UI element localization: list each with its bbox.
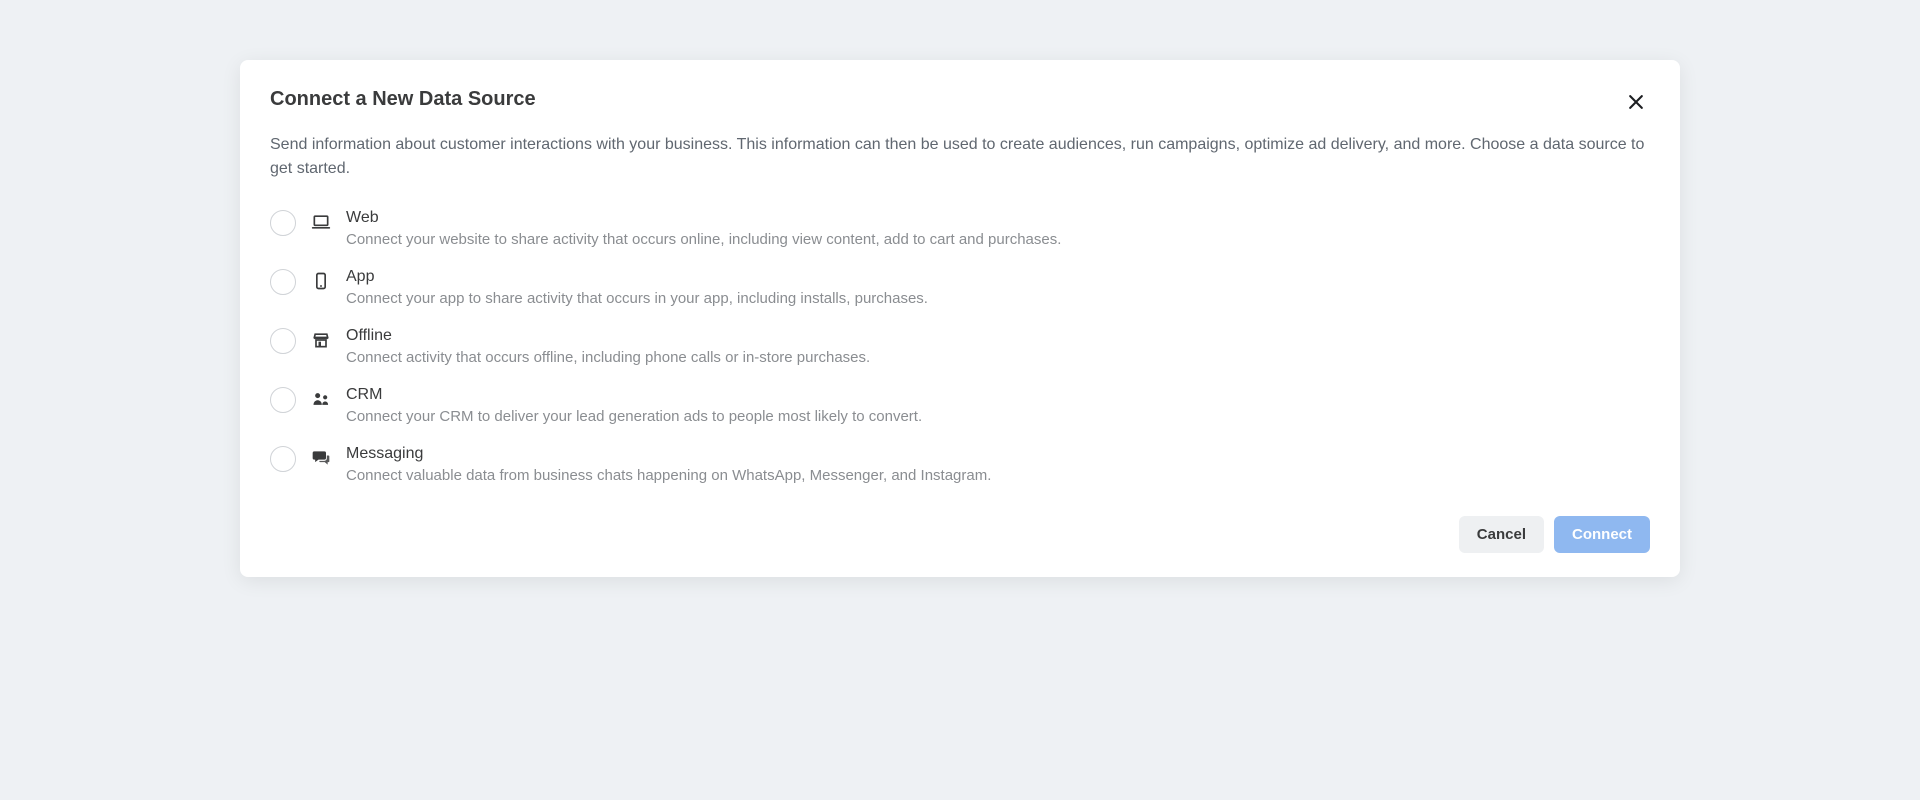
cancel-button[interactable]: Cancel	[1459, 516, 1544, 553]
radio-offline[interactable]	[270, 328, 296, 354]
option-crm-desc: Connect your CRM to deliver your lead ge…	[346, 406, 1650, 427]
modal-header: Connect a New Data Source	[270, 88, 1650, 119]
radio-crm[interactable]	[270, 387, 296, 413]
laptop-icon	[310, 211, 332, 233]
option-messaging-text: Messaging Connect valuable data from bus…	[346, 445, 1650, 486]
option-app-text: App Connect your app to share activity t…	[346, 268, 1650, 309]
option-crm-title: CRM	[346, 386, 1650, 404]
option-offline-title: Offline	[346, 327, 1650, 345]
option-app-desc: Connect your app to share activity that …	[346, 288, 1650, 309]
option-web-title: Web	[346, 209, 1650, 227]
modal-title: Connect a New Data Source	[270, 88, 536, 111]
option-crm[interactable]: CRM Connect your CRM to deliver your lea…	[270, 386, 1650, 427]
option-messaging-title: Messaging	[346, 445, 1650, 463]
modal-footer: Cancel Connect	[270, 516, 1650, 553]
store-icon	[310, 329, 332, 351]
option-messaging-desc: Connect valuable data from business chat…	[346, 465, 1650, 486]
connect-button[interactable]: Connect	[1554, 516, 1650, 553]
option-crm-text: CRM Connect your CRM to deliver your lea…	[346, 386, 1650, 427]
radio-messaging[interactable]	[270, 446, 296, 472]
option-offline-desc: Connect activity that occurs offline, in…	[346, 347, 1650, 368]
data-source-options: Web Connect your website to share activi…	[270, 209, 1650, 486]
option-offline-text: Offline Connect activity that occurs off…	[346, 327, 1650, 368]
option-offline[interactable]: Offline Connect activity that occurs off…	[270, 327, 1650, 368]
chat-icon	[310, 447, 332, 469]
radio-web[interactable]	[270, 210, 296, 236]
radio-app[interactable]	[270, 269, 296, 295]
people-icon	[310, 388, 332, 410]
phone-icon	[310, 270, 332, 292]
option-web[interactable]: Web Connect your website to share activi…	[270, 209, 1650, 250]
option-app-title: App	[346, 268, 1650, 286]
option-web-desc: Connect your website to share activity t…	[346, 229, 1650, 250]
connect-data-source-modal: Connect a New Data Source Send informati…	[240, 60, 1680, 577]
close-icon	[1626, 92, 1646, 115]
option-app[interactable]: App Connect your app to share activity t…	[270, 268, 1650, 309]
option-messaging[interactable]: Messaging Connect valuable data from bus…	[270, 445, 1650, 486]
option-web-text: Web Connect your website to share activi…	[346, 209, 1650, 250]
close-button[interactable]	[1622, 88, 1650, 119]
modal-subtitle: Send information about customer interact…	[270, 133, 1650, 181]
